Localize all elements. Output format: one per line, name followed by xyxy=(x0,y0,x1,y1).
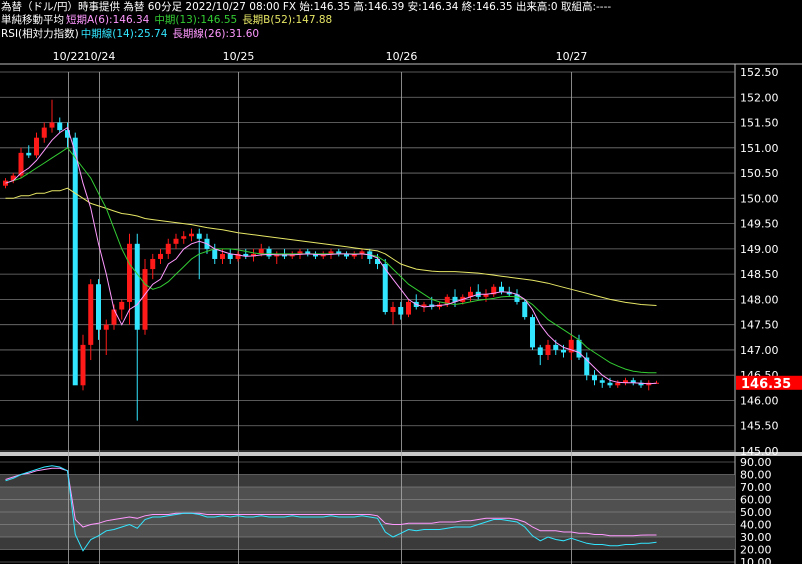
rsi-tick-label: 80.00 xyxy=(740,469,772,482)
candle-body xyxy=(173,238,179,244)
price-tick-label: 148.00 xyxy=(740,293,779,306)
candle-body xyxy=(57,122,63,131)
candle-body xyxy=(499,286,504,292)
candle-body xyxy=(592,375,597,381)
rsi-tick-label: 50.00 xyxy=(740,506,772,519)
price-tick-label: 152.50 xyxy=(740,66,779,79)
candle-body xyxy=(530,317,535,348)
candle-body xyxy=(607,382,613,386)
candle-body xyxy=(96,284,101,330)
candle-body xyxy=(34,137,39,156)
candle-body xyxy=(196,233,202,239)
panel-separator xyxy=(0,452,802,456)
candle-body xyxy=(88,284,94,345)
candle-body xyxy=(398,306,404,315)
candle-body xyxy=(103,324,109,330)
date-label: 10/27 xyxy=(556,50,588,63)
price-tick-label: 146.00 xyxy=(740,394,779,407)
rsi-tick-label: 40.00 xyxy=(740,519,772,532)
candle-body xyxy=(158,253,163,259)
candle-body xyxy=(111,309,117,325)
candle-body xyxy=(599,380,605,383)
rsi-tick-label: 20.00 xyxy=(740,544,772,557)
candle-body xyxy=(537,347,543,355)
price-tick-label: 149.00 xyxy=(740,243,779,256)
rsi-band xyxy=(0,474,735,487)
candle-body xyxy=(72,137,78,386)
price-tick-label: 147.50 xyxy=(740,319,779,332)
rsi-band xyxy=(0,537,735,550)
candle-body xyxy=(119,301,125,310)
rsi-tick-label: 90.00 xyxy=(740,456,772,469)
price-tick-label: 148.50 xyxy=(740,268,779,281)
date-label: 10/26 xyxy=(386,50,418,63)
rsi-tick-label: 60.00 xyxy=(740,494,772,507)
candle-body xyxy=(390,306,396,313)
candle-body xyxy=(165,243,171,254)
candle-body xyxy=(258,248,264,254)
price-tick-label: 150.50 xyxy=(740,167,779,180)
price-tick-label: 151.50 xyxy=(740,117,779,130)
candle-body xyxy=(220,253,225,259)
price-tick-label: 145.50 xyxy=(740,420,779,433)
price-tick-label: 150.00 xyxy=(740,192,779,205)
rsi-tick-label: 10.00 xyxy=(740,556,772,564)
candle-body xyxy=(26,152,32,156)
candle-body xyxy=(212,248,218,259)
candle-body xyxy=(561,349,566,353)
chart-canvas: 152.50 152.00 151.50 151.00 150.50 150.00 149.… xyxy=(0,50,802,564)
candle-body xyxy=(545,344,551,355)
price-tick-label: 149.50 xyxy=(740,218,779,231)
candle-body xyxy=(41,127,47,138)
candle-body xyxy=(49,122,55,128)
price-tick-label: 151.00 xyxy=(740,142,779,155)
date-label: 10/22 xyxy=(53,50,85,63)
candle-body xyxy=(266,248,272,257)
rsi-tick-label: 30.00 xyxy=(740,531,772,544)
candle-body xyxy=(553,344,559,350)
candle-body xyxy=(142,269,148,330)
price-tick-label: 147.00 xyxy=(740,344,779,357)
candle-body xyxy=(134,243,140,330)
candle-body xyxy=(150,258,156,270)
rsi-tick-label: 70.00 xyxy=(740,481,772,494)
date-label: 10/25 xyxy=(223,50,255,63)
candle-body xyxy=(227,253,233,259)
last-price-label: 146.35 xyxy=(741,377,791,392)
candle-body xyxy=(189,233,194,237)
candle-body xyxy=(406,301,411,315)
candle-body xyxy=(615,382,621,386)
date-label: 10/24 xyxy=(84,50,116,63)
ma-long-line xyxy=(5,187,657,306)
chart-window: 為替（ドル/円）時事提供 為替 60分足 2022/10/27 08:00 FX… xyxy=(0,0,802,564)
candle-body xyxy=(127,243,132,302)
candle-body xyxy=(80,344,86,386)
price-tick-label: 152.00 xyxy=(740,91,779,104)
candle-body xyxy=(522,301,528,318)
candle-body xyxy=(181,236,187,239)
